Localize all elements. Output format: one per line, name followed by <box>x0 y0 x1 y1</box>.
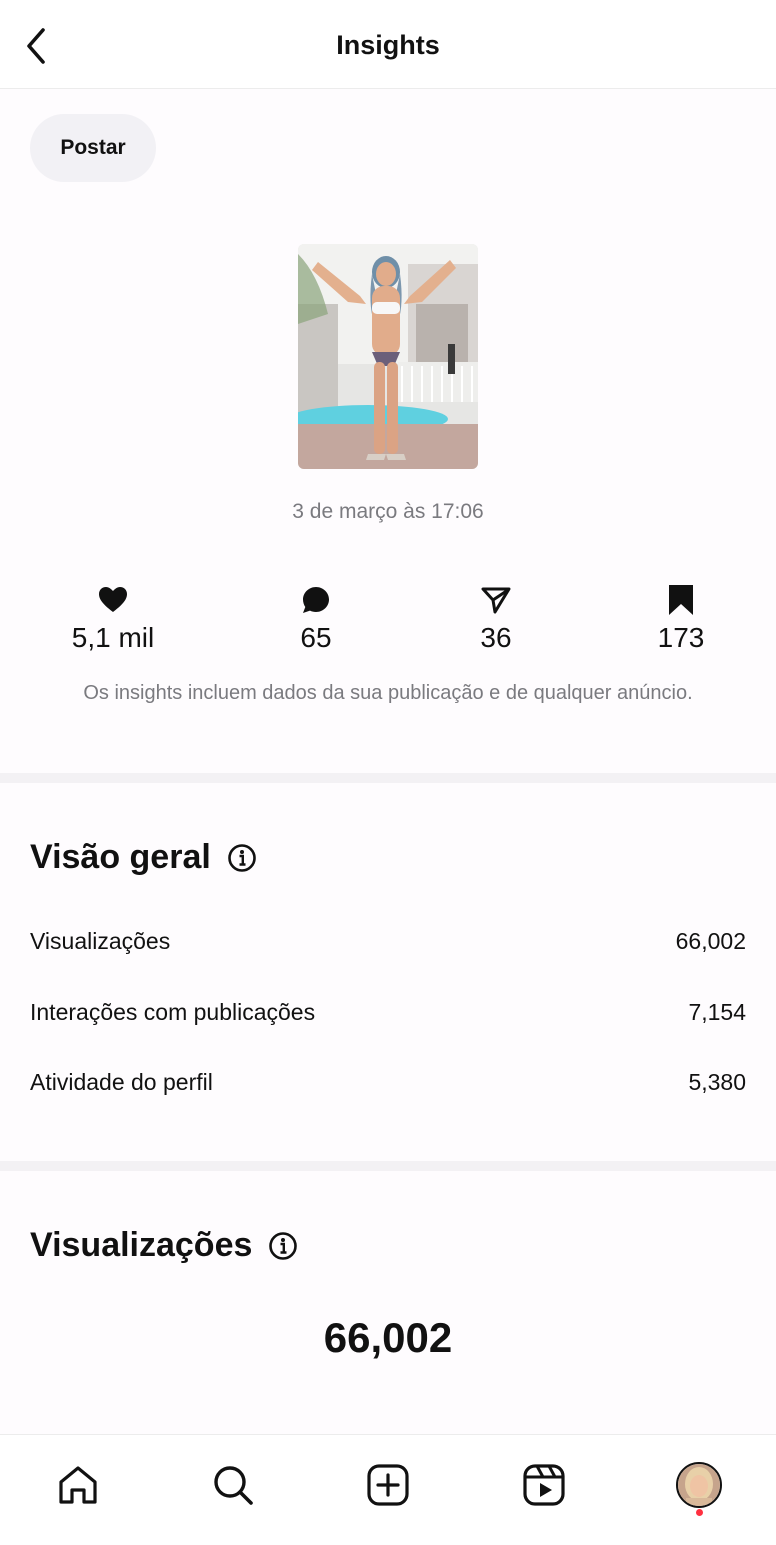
overview-heading: Visão geral <box>30 838 257 877</box>
insights-disclaimer: Os insights incluem dados da sua publica… <box>83 682 693 704</box>
overview-row-views[interactable]: Visualizações 66,002 <box>30 921 746 961</box>
saves-stat: 173 <box>611 582 751 654</box>
row-value: 7,154 <box>688 998 746 1025</box>
post-date: 3 de março às 17:06 <box>292 500 484 523</box>
reels-icon <box>523 1464 565 1506</box>
likes-count: 5,1 mil <box>71 622 155 653</box>
tab-profile[interactable] <box>669 1455 729 1515</box>
post-thumbnail[interactable] <box>298 244 478 469</box>
tab-search[interactable] <box>203 1455 263 1515</box>
likes-stat: 5,1 mil <box>43 582 183 654</box>
avatar <box>676 1462 722 1508</box>
search-icon <box>214 1466 253 1505</box>
home-icon <box>59 1466 97 1504</box>
info-icon[interactable] <box>268 1231 298 1261</box>
bookmark-icon <box>669 585 693 615</box>
comments-count: 65 <box>300 622 332 653</box>
section-divider <box>0 773 776 783</box>
shares-stat: 36 <box>426 582 566 654</box>
saves-count: 173 <box>657 622 705 653</box>
bottom-tab-bar <box>0 1434 776 1545</box>
tab-reels[interactable] <box>514 1455 574 1515</box>
overview-title: Visão geral <box>30 838 211 876</box>
section-divider <box>0 1161 776 1171</box>
row-label: Interações com publicações <box>30 998 316 1025</box>
comments-stat: 65 <box>246 582 386 654</box>
row-value: 66,002 <box>675 927 746 954</box>
tab-create[interactable] <box>358 1455 418 1515</box>
post-filter-chip[interactable]: Postar <box>30 114 156 182</box>
share-icon <box>481 587 511 614</box>
row-label: Atividade do perfil <box>30 1068 213 1095</box>
tab-home[interactable] <box>48 1455 108 1515</box>
comment-icon <box>303 587 329 613</box>
views-total: 66,002 <box>323 1314 453 1361</box>
create-icon <box>367 1464 409 1506</box>
notification-dot <box>696 1509 703 1516</box>
page-title: Insights <box>336 30 440 60</box>
views-title: Visualizações <box>30 1226 253 1264</box>
views-heading: Visualizações <box>30 1226 298 1265</box>
row-value: 5,380 <box>688 1068 746 1095</box>
info-icon[interactable] <box>227 843 257 873</box>
overview-row-interactions[interactable]: Interações com publicações 7,154 <box>30 992 746 1032</box>
top-bar: Insights <box>0 0 776 89</box>
shares-count: 36 <box>480 622 512 653</box>
row-label: Visualizações <box>30 927 171 954</box>
overview-row-profile-activity[interactable]: Atividade do perfil 5,380 <box>30 1062 746 1102</box>
heart-icon <box>99 587 127 612</box>
